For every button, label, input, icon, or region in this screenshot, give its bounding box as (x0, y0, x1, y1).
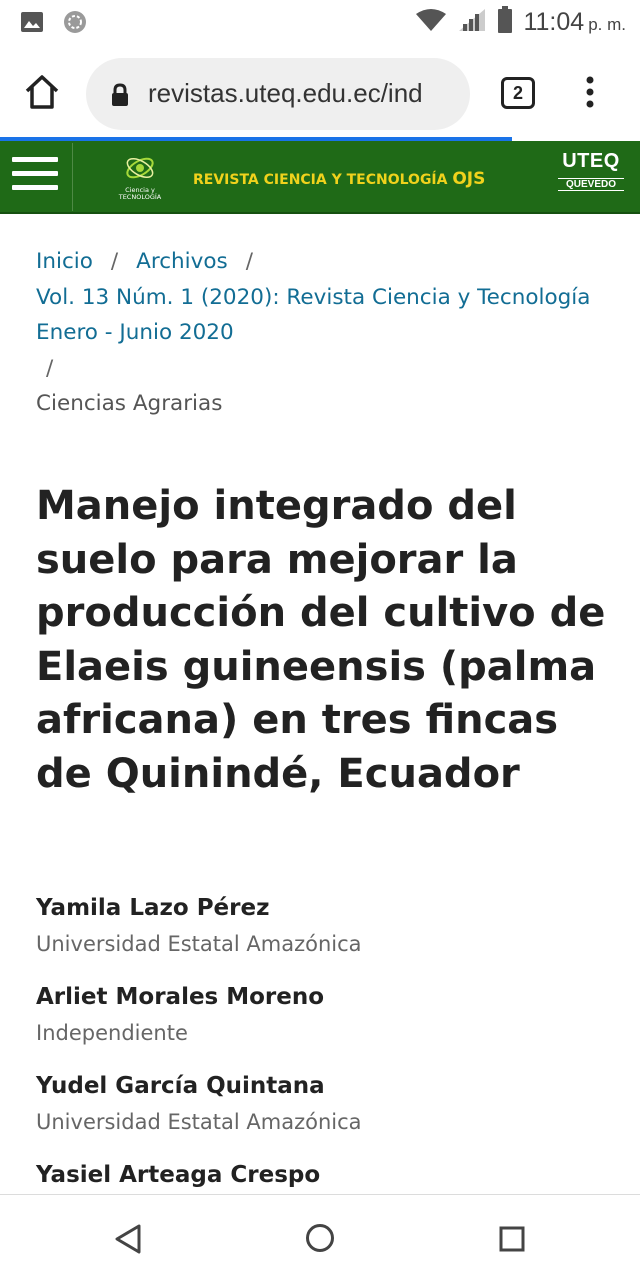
author-affiliation: Independiente (36, 1021, 188, 1045)
author-name: Yudel García Quintana (36, 1073, 325, 1099)
status-bar: 11:04 p. m. (0, 0, 640, 44)
breadcrumb-separator: / (46, 355, 54, 381)
breadcrumb-home-link[interactable]: Inicio (36, 249, 93, 274)
author-name: Yamila Lazo Pérez (36, 895, 270, 921)
lock-icon (110, 83, 130, 111)
journal-name[interactable]: REVISTA CIENCIA Y TECNOLOGÍA OJS (193, 169, 485, 189)
recents-icon[interactable] (499, 1226, 525, 1256)
home-icon[interactable] (22, 72, 62, 112)
breadcrumb-separator: / (245, 249, 253, 274)
journal-logo[interactable]: Ciencia y TECNOLOGÍA (110, 153, 170, 203)
settings-gear-icon (62, 9, 88, 39)
university-logo-text: UTEQ (562, 150, 620, 172)
university-motto (558, 191, 624, 199)
author-name: Arliet Morales Moreno (36, 984, 325, 1010)
breadcrumb-archives-link[interactable]: Archivos (136, 249, 228, 274)
image-icon (20, 11, 44, 37)
clock-time: 11:04 (523, 7, 585, 36)
article-title: Manejo integrado del suelo para mejorar … (36, 483, 606, 797)
battery-icon (497, 6, 513, 38)
journal-name-text: REVISTA CIENCIA Y TECNOLOGÍA (193, 172, 448, 188)
home-button-icon[interactable] (305, 1223, 335, 1257)
header-divider (72, 143, 73, 211)
url-text: revistas.uteq.edu.ec/ind (148, 78, 423, 108)
author-affiliation: Universidad Estatal Amazónica (36, 1110, 362, 1134)
breadcrumb: Inicio / Archivos / Vol. 13 Núm. 1 (2020): … (36, 244, 616, 422)
university-city: QUEVEDO (558, 178, 624, 191)
more-options-icon[interactable] (582, 72, 598, 112)
address-bar[interactable]: revistas.uteq.edu.ec/ind (86, 58, 470, 130)
author-affiliation: Universidad Estatal Amazónica (36, 932, 362, 956)
journal-name-suffix: OJS (452, 169, 486, 189)
browser-toolbar: revistas.uteq.edu.ec/ind 2 (0, 44, 640, 141)
author-item: Yamila Lazo Pérez Universidad Estatal Am… (36, 890, 616, 979)
tab-switcher-button[interactable]: 2 (501, 77, 535, 109)
journal-logo-text: Ciencia y TECNOLOGÍA (118, 186, 162, 201)
back-icon[interactable] (113, 1223, 143, 1259)
clock-ampm: p. m. (588, 14, 626, 34)
wifi-icon (415, 8, 447, 36)
breadcrumb-issue-link[interactable]: Vol. 13 Núm. 1 (2020): Revista Ciencia y… (36, 285, 590, 346)
university-logo[interactable]: UTEQ QUEVEDO (558, 151, 624, 205)
author-name: Yasiel Arteaga Crespo (36, 1162, 321, 1188)
clock: 11:04 p. m. (523, 8, 626, 37)
system-navigation-bar (0, 1194, 640, 1280)
signal-icon (457, 7, 487, 37)
hamburger-menu-icon[interactable] (12, 157, 58, 197)
author-item: Arliet Morales Moreno Independiente (36, 979, 616, 1068)
author-list: Yamila Lazo Pérez Universidad Estatal Am… (36, 890, 616, 1246)
author-item: Yudel García Quintana Universidad Estata… (36, 1068, 616, 1157)
breadcrumb-separator: / (110, 249, 119, 274)
site-header: Ciencia y TECNOLOGÍA REVISTA CIENCIA Y T… (0, 141, 640, 214)
breadcrumb-current: Ciencias Agrarias (36, 391, 223, 416)
